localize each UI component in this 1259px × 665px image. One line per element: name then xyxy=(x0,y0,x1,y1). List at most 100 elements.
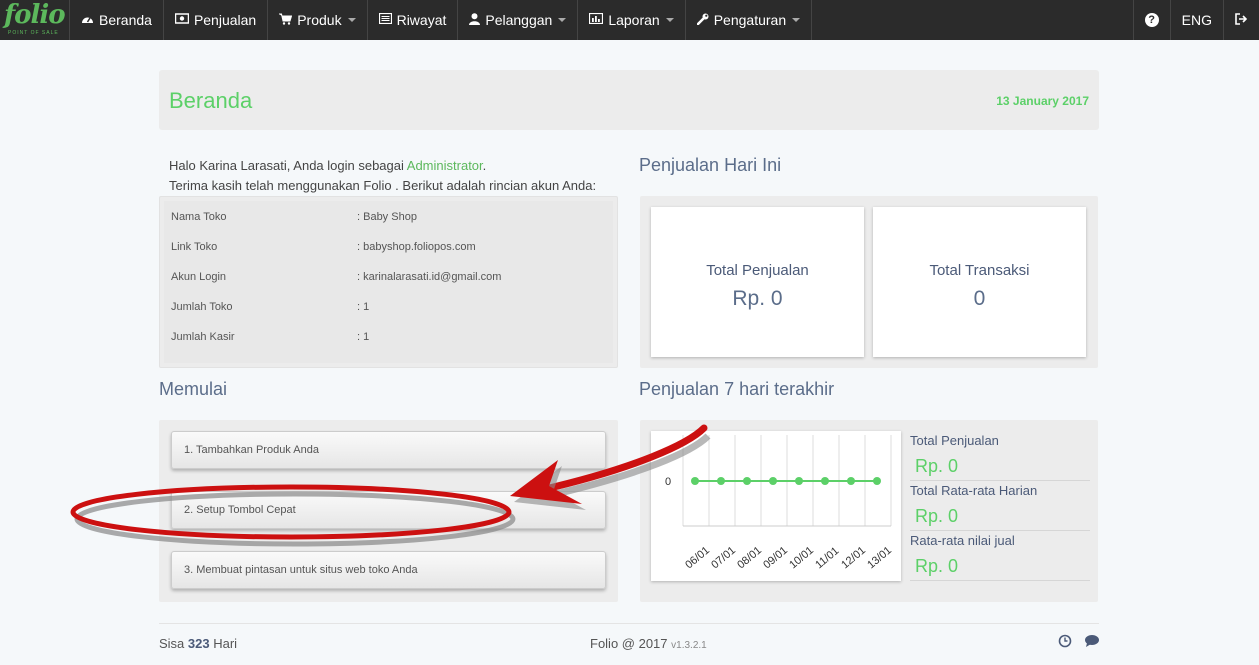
summary-total-sales-value: Rp. 0 xyxy=(915,456,959,476)
account-info-panel: Nama Toko : Baby Shop Link Toko : babysh… xyxy=(159,196,618,368)
total-transactions-card: Total Transaksi 0 xyxy=(873,207,1086,357)
total-sales-value: Rp. 0 xyxy=(732,287,783,310)
logout-button[interactable] xyxy=(1223,0,1259,40)
account-value-login: : karinalarasati.id@gmail.com xyxy=(357,271,502,283)
greeting-line-1: Halo Karina Larasati, Anda login sebagai… xyxy=(169,156,596,176)
sales-today-panel: Total Penjualan Rp. 0 Total Transaksi 0 xyxy=(640,196,1098,368)
user-icon xyxy=(469,12,481,28)
getting-started-panel: 1. Tambahkan Produk Anda 2. Setup Tombol… xyxy=(159,420,618,602)
footer-icons xyxy=(1058,634,1100,653)
chevron-down-icon xyxy=(347,18,356,22)
logo-wordmark: folio xyxy=(4,0,66,30)
chevron-down-icon xyxy=(665,18,674,22)
greeting-prefix: Halo Karina Larasati, Anda login sebagai xyxy=(169,158,407,173)
account-value-cashier-count: : 1 xyxy=(357,331,370,343)
summary-avg-sale-label: Rata-rata nilai jual xyxy=(910,533,1015,548)
nav-produk-label: Produk xyxy=(297,12,342,28)
step-shortcut-button[interactable]: 3. Membuat pintasan untuk situs web toko… xyxy=(171,551,606,589)
getting-started-title: Memulai xyxy=(159,379,228,399)
divider xyxy=(910,580,1090,581)
total-sales-label: Total Penjualan xyxy=(706,262,809,279)
help-button[interactable]: ? xyxy=(1132,0,1170,40)
nav-riwayat[interactable]: Riwayat xyxy=(368,0,459,40)
nav-riwayat-label: Riwayat xyxy=(396,12,447,28)
chart-point xyxy=(847,477,855,485)
money-icon xyxy=(174,13,190,27)
account-value-store-count: : 1 xyxy=(357,301,370,313)
step-quick-buttons-button[interactable]: 2. Setup Tombol Cepat xyxy=(171,491,606,529)
total-transactions-value: 0 xyxy=(973,287,986,310)
clock-icon[interactable] xyxy=(1058,634,1072,653)
greeting: Halo Karina Larasati, Anda login sebagai… xyxy=(169,156,596,196)
account-label-store-link: Link Toko xyxy=(171,241,218,253)
last7-panel: 0 06/01 07/01 08/01 09/01 10/01 11/01 12/01 13/0… xyxy=(640,420,1098,602)
divider xyxy=(910,530,1090,531)
nav-pelanggan[interactable]: Pelanggan xyxy=(458,0,579,40)
chart-x-tick-label: 10/01 xyxy=(787,544,816,571)
account-label-cashier-count: Jumlah Kasir xyxy=(171,331,235,343)
list-icon xyxy=(378,12,392,27)
chart-point xyxy=(743,477,751,485)
nav-produk[interactable]: Produk xyxy=(268,0,368,40)
account-label-store-name: Nama Toko xyxy=(171,211,227,223)
nav-penjualan-label: Penjualan xyxy=(193,12,257,28)
chat-icon[interactable] xyxy=(1084,634,1100,653)
summary-daily-avg-label: Total Rata-rata Harian xyxy=(910,483,1038,498)
wrench-icon xyxy=(696,13,709,28)
greeting-line-2: Terima kasih telah menggunakan Folio . B… xyxy=(169,178,597,193)
nav-laporan[interactable]: Laporan xyxy=(578,0,686,40)
sales-today-title: Penjualan Hari Ini xyxy=(639,155,782,175)
dashboard-icon xyxy=(81,13,94,28)
total-transactions-label: Total Transaksi xyxy=(929,262,1030,279)
nav-laporan-label: Laporan xyxy=(608,12,660,28)
chart-point xyxy=(821,477,829,485)
nav-beranda-label: Beranda xyxy=(99,12,152,28)
chart-point xyxy=(873,477,881,485)
chart-x-tick-label: 12/01 xyxy=(839,544,868,571)
cart-icon xyxy=(279,13,293,28)
chart-point xyxy=(691,477,699,485)
logo-tagline: POINT OF SALE xyxy=(8,30,59,36)
nav-right-group: ? ENG xyxy=(1132,0,1259,40)
nav-pelanggan-label: Pelanggan xyxy=(485,12,553,28)
chart-x-tick-label: 06/01 xyxy=(683,544,712,571)
footer-copyright: Folio @ 2017 v1.3.2.1 xyxy=(590,636,707,651)
language-switch[interactable]: ENG xyxy=(1169,0,1223,40)
summary-daily-avg-value: Rp. 0 xyxy=(915,506,959,526)
summary-avg-sale-value: Rp. 0 xyxy=(915,556,959,576)
chart-point xyxy=(769,477,777,485)
chart-point xyxy=(795,477,803,485)
summary-total-sales-label: Total Penjualan xyxy=(910,433,999,448)
logout-icon xyxy=(1235,12,1248,28)
version-text: v1.3.2.1 xyxy=(671,640,707,651)
account-value-store-link: : babyshop.foliopos.com xyxy=(357,241,476,253)
nav-penjualan[interactable]: Penjualan xyxy=(164,0,269,40)
account-label-store-count: Jumlah Toko xyxy=(171,301,233,313)
chart-y-tick-label: 0 xyxy=(665,476,671,488)
bar-chart-icon xyxy=(589,12,604,27)
remaining-days: Sisa 323 Hari xyxy=(159,636,237,651)
account-info-inner: Nama Toko : Baby Shop Link Toko : babysh… xyxy=(164,201,613,363)
greeting-suffix: . xyxy=(482,158,487,173)
remaining-prefix: Sisa xyxy=(159,636,188,651)
account-label-login: Akun Login xyxy=(171,271,227,283)
footer-divider xyxy=(159,623,1099,624)
chevron-down-icon xyxy=(792,18,801,22)
account-value-store-name: : Baby Shop xyxy=(357,211,417,223)
folio-logo[interactable]: folio POINT OF SALE xyxy=(0,0,70,40)
top-navbar: folio POINT OF SALE Beranda Penjualan Pr… xyxy=(0,0,1259,40)
chart-x-tick-label: 07/01 xyxy=(709,544,738,571)
chevron-down-icon xyxy=(558,18,567,22)
page-header: Beranda 13 January 2017 xyxy=(159,70,1099,130)
chart-x-tick-label: 09/01 xyxy=(761,544,790,571)
page-title: Beranda xyxy=(169,88,253,113)
nav-beranda[interactable]: Beranda xyxy=(70,0,164,40)
role-link[interactable]: Administrator xyxy=(407,158,483,173)
last7-title: Penjualan 7 hari terakhir xyxy=(639,379,835,399)
total-sales-card: Total Penjualan Rp. 0 xyxy=(651,207,864,357)
step-add-product-button[interactable]: 1. Tambahkan Produk Anda xyxy=(171,431,606,469)
chart-x-tick-label: 08/01 xyxy=(735,544,764,571)
page-date: 13 January 2017 xyxy=(996,94,1089,108)
chart-x-tick-label: 13/01 xyxy=(865,544,894,571)
nav-pengaturan[interactable]: Pengaturan xyxy=(686,0,813,40)
